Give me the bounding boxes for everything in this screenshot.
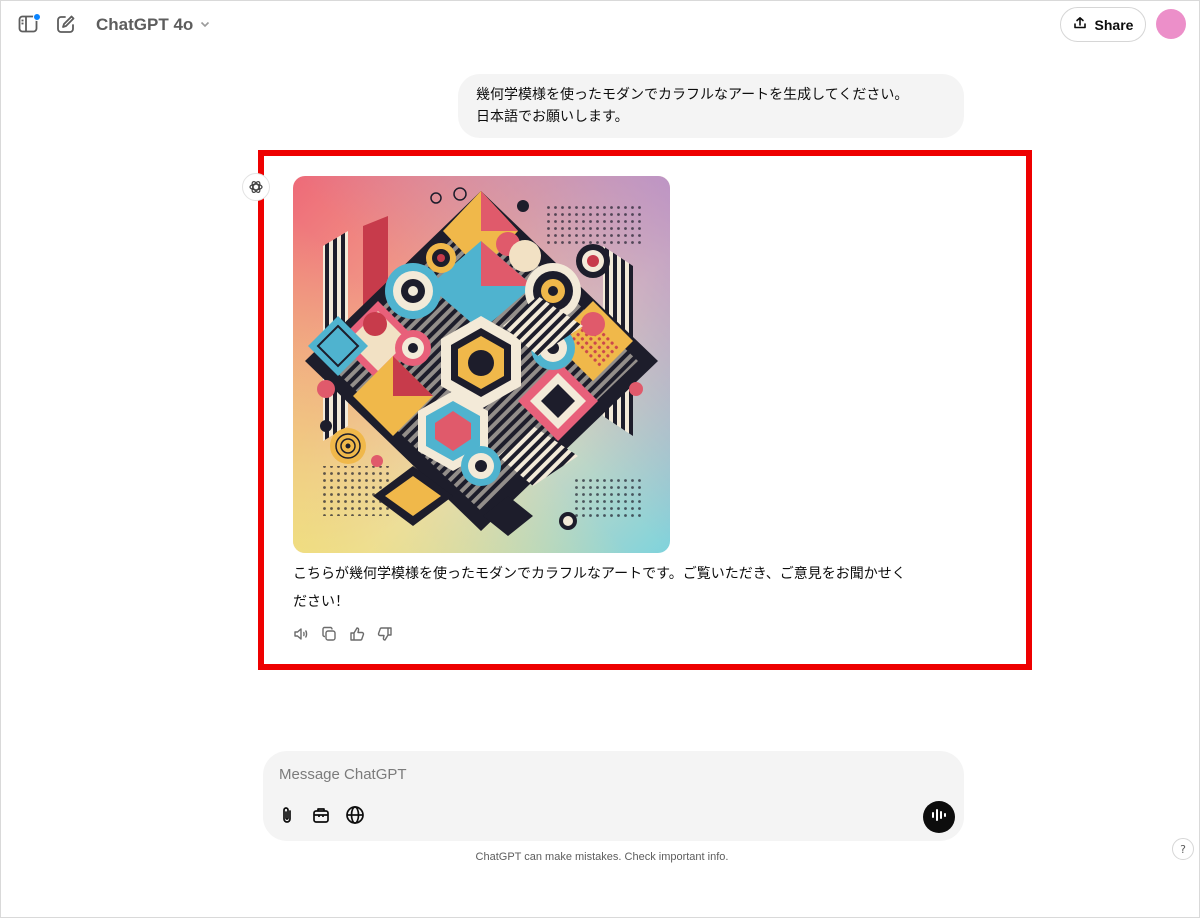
help-label: ? xyxy=(1180,842,1186,856)
attach-button[interactable] xyxy=(275,805,299,829)
openai-logo-icon xyxy=(242,173,270,201)
paperclip-icon xyxy=(277,805,297,829)
upload-icon xyxy=(1073,16,1087,33)
share-button[interactable]: Share xyxy=(1060,7,1146,42)
share-label: Share xyxy=(1094,16,1134,33)
user-message-bubble: 幾何学模様を使ったモダンでカラフルなアートを生成してください。 日本語でお願いし… xyxy=(458,74,964,138)
globe-icon xyxy=(345,805,365,829)
edit-icon xyxy=(55,13,77,39)
user-message-line: 幾何学模様を使ったモダンでカラフルなアートを生成してください。 xyxy=(476,87,909,103)
thumbs-down-icon xyxy=(377,626,393,646)
disclaimer-text: ChatGPT can make mistakes. Check importa… xyxy=(475,851,729,863)
briefcase-icon xyxy=(311,805,331,829)
avatar[interactable] xyxy=(1156,9,1186,39)
voice-mode-button[interactable] xyxy=(923,801,955,833)
model-selector[interactable]: ChatGPT 4o xyxy=(96,12,211,38)
like-button[interactable] xyxy=(348,626,366,646)
model-name: ChatGPT 4o xyxy=(96,15,194,34)
chevron-down-icon xyxy=(199,18,211,33)
header: ChatGPT 4o Share xyxy=(0,0,1200,50)
generated-image[interactable] xyxy=(293,176,670,553)
user-message-line: 日本語でお願いします。 xyxy=(476,109,629,125)
voice-wave-icon xyxy=(930,806,948,828)
copy-icon xyxy=(321,626,337,646)
message-input[interactable] xyxy=(279,763,879,785)
dislike-button[interactable] xyxy=(376,626,394,646)
read-aloud-button[interactable] xyxy=(292,626,310,646)
notification-dot xyxy=(33,13,41,21)
copy-button[interactable] xyxy=(320,626,338,646)
new-chat-button[interactable] xyxy=(50,10,82,42)
assistant-message-line: ださい！ xyxy=(293,594,349,610)
assistant-message-line: こちらが幾何学模様を使ったモダンでカラフルなアートです。ご覧いただき、ご意見をお… xyxy=(293,566,906,582)
thumbs-up-icon xyxy=(349,626,365,646)
search-web-button[interactable] xyxy=(343,805,367,829)
message-composer xyxy=(263,751,964,841)
assistant-message: こちらが幾何学模様を使ったモダンでカラフルなアートです。ご覧いただき、ご意見をお… xyxy=(293,560,983,616)
help-button[interactable]: ? xyxy=(1172,838,1194,860)
message-actions xyxy=(292,626,394,646)
sidebar-toggle-button[interactable] xyxy=(12,10,44,42)
speaker-icon xyxy=(293,626,309,646)
tools-button[interactable] xyxy=(309,805,333,829)
